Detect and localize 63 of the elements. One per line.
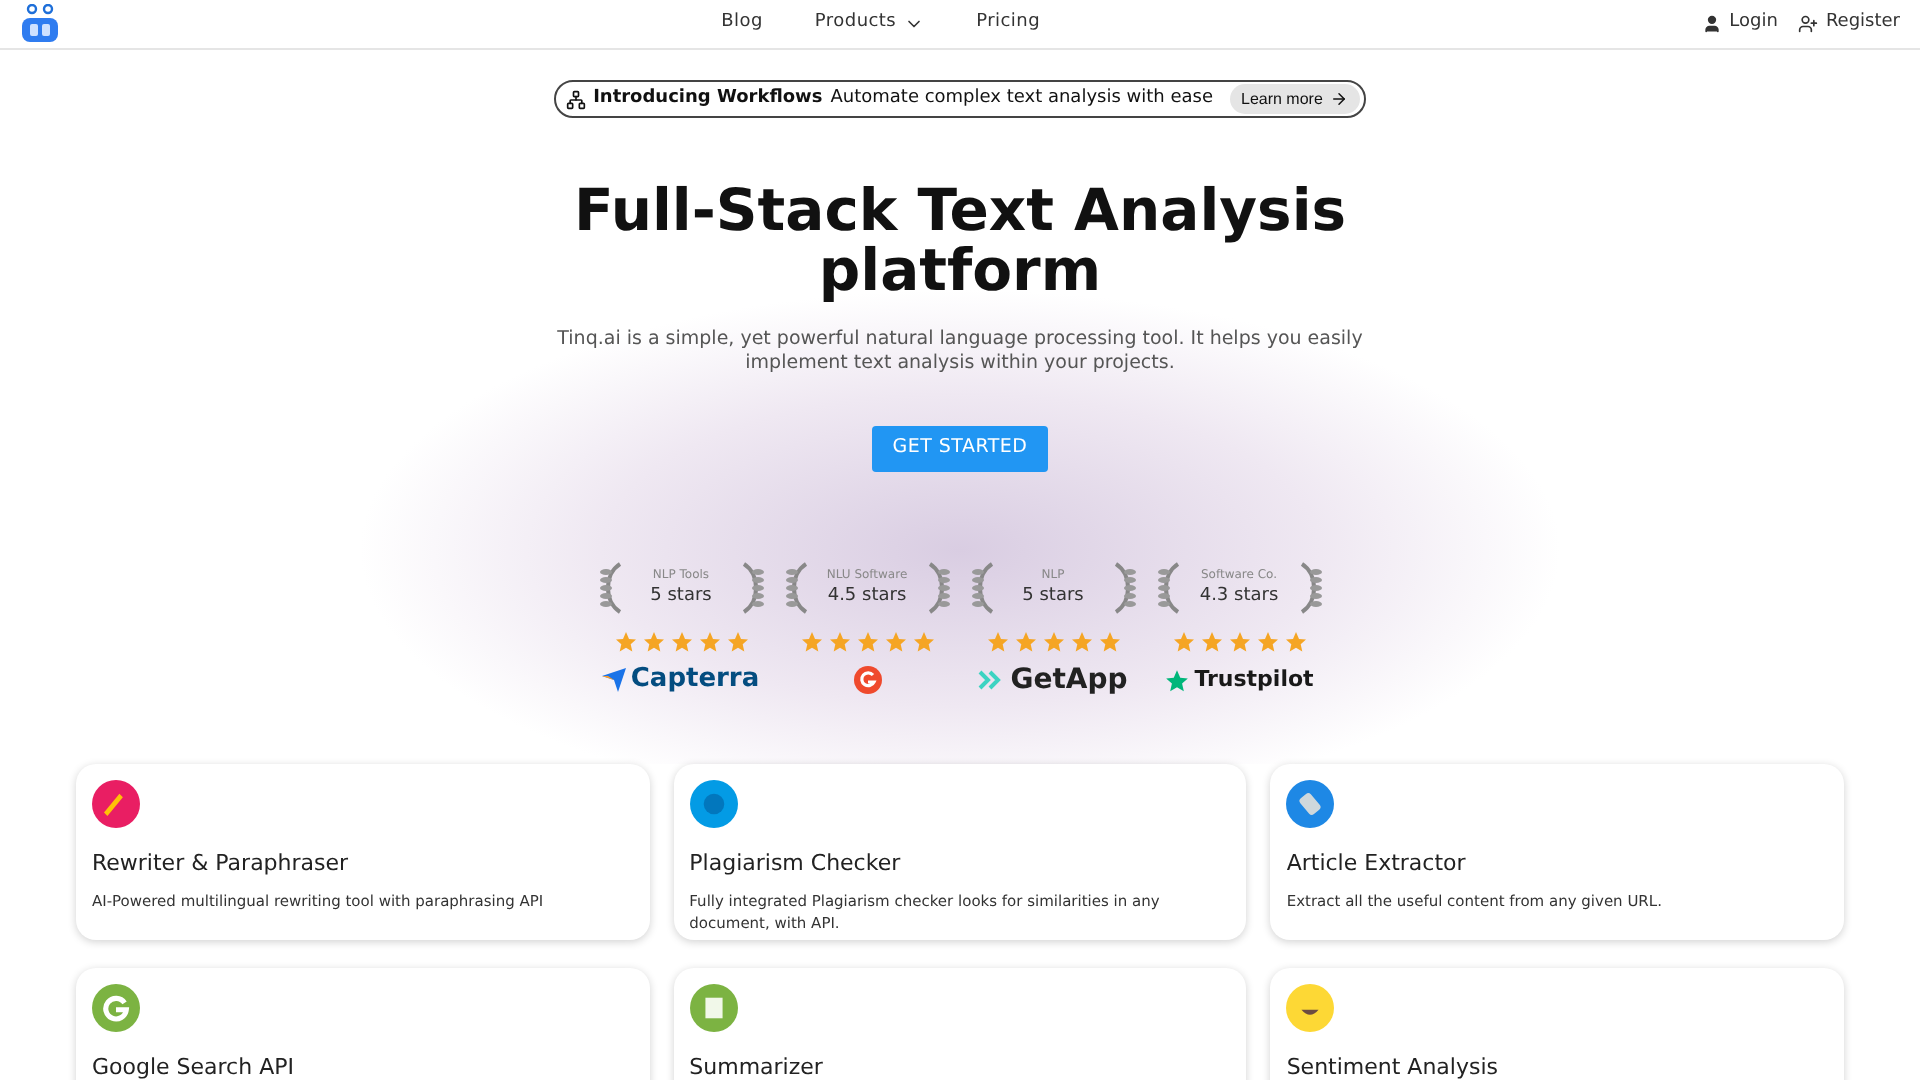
star-icon — [799, 630, 823, 654]
brand-name: Capterra — [630, 662, 760, 699]
user-icon — [1701, 14, 1722, 34]
star-icon — [1097, 630, 1121, 654]
arrow-right-icon — [1330, 90, 1349, 108]
tool-title: Google Search API — [92, 1052, 296, 1080]
tool-title: Plagiarism Checker — [689, 848, 903, 880]
laurel-icon — [1109, 562, 1137, 614]
brand-name: GetApp — [1010, 661, 1128, 699]
star-icon — [855, 630, 879, 654]
tool-card[interactable]: Google Search API — [76, 968, 650, 1080]
laurel-icon — [597, 562, 625, 614]
star-icon — [1199, 630, 1223, 654]
g2-logo-icon — [853, 666, 881, 694]
rating-score: 5 stars — [650, 583, 712, 610]
laurel-icon — [737, 562, 765, 614]
star-icon — [697, 630, 721, 654]
flag-icon — [602, 668, 627, 692]
laurel-icon — [1295, 562, 1323, 614]
tool-card[interactable]: Sentiment Analysis — [1270, 968, 1844, 1080]
laurel-icon — [969, 562, 997, 614]
laurel-icon — [1155, 562, 1183, 614]
star-icon — [1041, 630, 1065, 654]
star-icon — [827, 630, 851, 654]
star-icon — [669, 630, 693, 654]
star-icon — [985, 630, 1009, 654]
rating-score: 4.3 stars — [1199, 583, 1279, 610]
workflow-icon — [565, 89, 586, 109]
announcement-banner[interactable]: Introducing Workflows Automate complex text analysis with ease Learn more — [553, 80, 1367, 118]
brand-name: Trustpilot — [1194, 663, 1314, 696]
tool-title: Sentiment Analysis — [1286, 1052, 1501, 1080]
laurel-icon — [923, 562, 951, 614]
tool-title: Article Extractor — [1286, 848, 1468, 880]
star-icon — [1227, 630, 1251, 654]
laurel-icon — [783, 562, 811, 614]
tool-title: Rewriter & Paraphraser — [92, 848, 351, 880]
star-icon — [1283, 630, 1307, 654]
nav-link[interactable]: Products — [814, 10, 925, 38]
nav-link[interactable]: Pricing — [976, 10, 1041, 38]
hero-description: Tinq.ai is a simple, yet powerful natural language processing tool. It helps you easily implement text analysis within your projects. — [555, 328, 1365, 376]
tool-card[interactable]: Summarizer — [673, 968, 1247, 1080]
banner-text: Automate complex text analysis with ease — [830, 85, 1213, 112]
star-icon — [1069, 630, 1093, 654]
robot-logo-icon[interactable] — [20, 4, 60, 44]
star-icon — [641, 630, 665, 654]
tool-title: Summarizer — [689, 1052, 825, 1080]
hero-title: Full-Stack Text Analysis platform — [571, 180, 1349, 300]
login-link[interactable]: Login — [1701, 10, 1778, 38]
star-icon — [1164, 667, 1191, 693]
learn-more-button[interactable]: Learn more — [1229, 84, 1361, 114]
rating-score: 5 stars — [1022, 583, 1084, 610]
star-icon — [1171, 630, 1195, 654]
nav-link[interactable]: Blog — [721, 10, 763, 38]
star-icon — [1255, 630, 1279, 654]
star-icon — [1013, 630, 1037, 654]
rating-score: 4.5 stars — [827, 583, 907, 610]
star-icon — [725, 630, 749, 654]
user-plus-icon — [1797, 14, 1818, 34]
banner-title: Introducing Workflows — [593, 85, 823, 112]
star-icon — [883, 630, 907, 654]
star-icon — [911, 630, 935, 654]
register-link[interactable]: Register — [1797, 10, 1900, 38]
star-icon — [613, 630, 637, 654]
